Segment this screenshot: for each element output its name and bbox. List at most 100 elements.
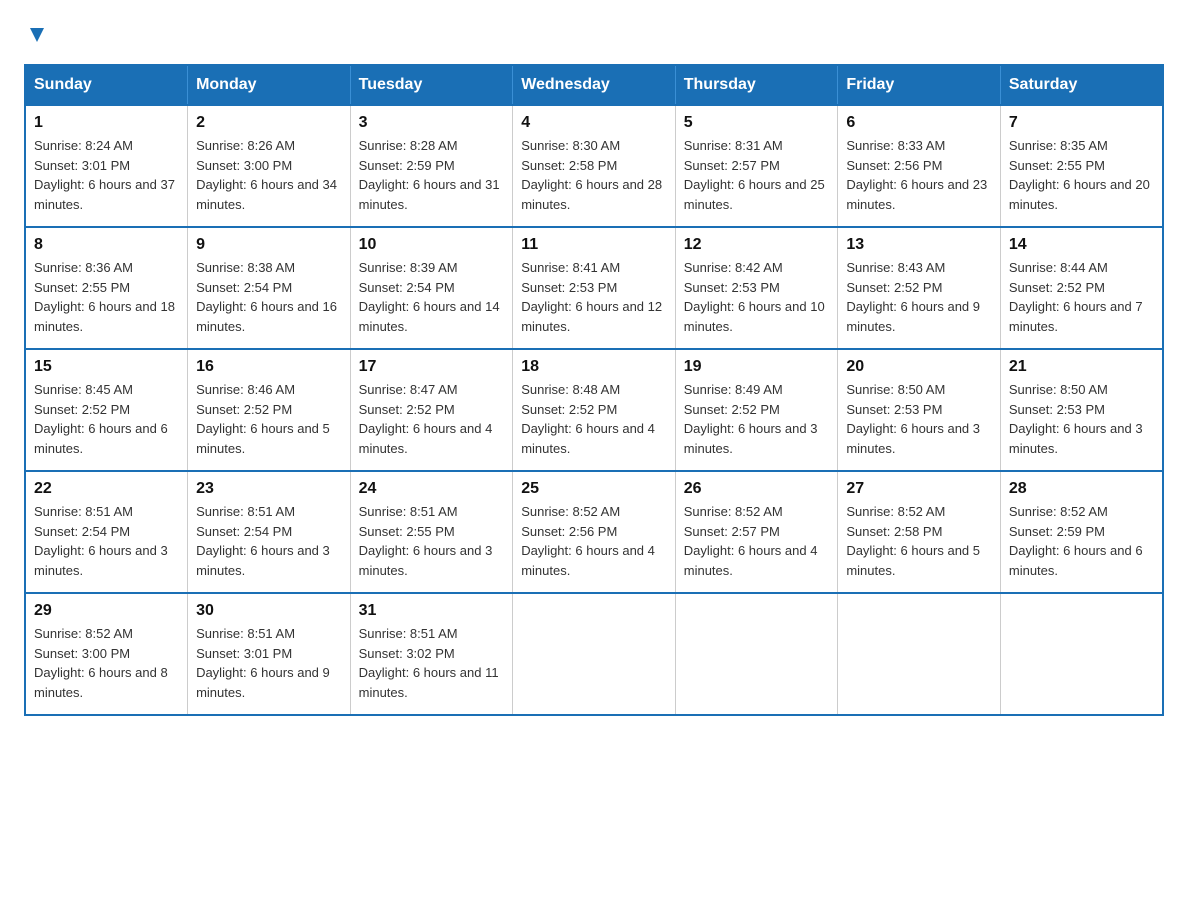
day-number: 25 [521, 480, 667, 498]
day-number: 20 [846, 358, 992, 376]
calendar-cell [838, 593, 1001, 715]
weekday-header-tuesday: Tuesday [350, 65, 513, 105]
calendar-cell: 24 Sunrise: 8:51 AMSunset: 2:55 PMDayligh… [350, 471, 513, 593]
day-number: 6 [846, 114, 992, 132]
day-number: 22 [34, 480, 179, 498]
day-number: 1 [34, 114, 179, 132]
day-number: 11 [521, 236, 667, 254]
day-number: 29 [34, 602, 179, 620]
day-number: 15 [34, 358, 179, 376]
day-number: 17 [359, 358, 505, 376]
day-info: Sunrise: 8:48 AMSunset: 2:52 PMDaylight:… [521, 380, 667, 458]
calendar-week-row: 1 Sunrise: 8:24 AMSunset: 3:01 PMDaylight… [25, 105, 1163, 227]
weekday-header-friday: Friday [838, 65, 1001, 105]
day-info: Sunrise: 8:44 AMSunset: 2:52 PMDaylight:… [1009, 258, 1154, 336]
day-info: Sunrise: 8:52 AMSunset: 2:57 PMDaylight:… [684, 502, 830, 580]
day-number: 9 [196, 236, 342, 254]
calendar-cell: 26 Sunrise: 8:52 AMSunset: 2:57 PMDayligh… [675, 471, 838, 593]
calendar-week-row: 8 Sunrise: 8:36 AMSunset: 2:55 PMDaylight… [25, 227, 1163, 349]
day-number: 14 [1009, 236, 1154, 254]
day-info: Sunrise: 8:51 AMSunset: 3:01 PMDaylight:… [196, 624, 342, 702]
calendar-cell: 27 Sunrise: 8:52 AMSunset: 2:58 PMDayligh… [838, 471, 1001, 593]
day-number: 8 [34, 236, 179, 254]
day-number: 4 [521, 114, 667, 132]
calendar-cell: 10Sunrise: 8:39 AMSunset: 2:54 PMDayligh… [350, 227, 513, 349]
calendar-table: SundayMondayTuesdayWednesdayThursdayFrid… [24, 64, 1164, 716]
day-number: 27 [846, 480, 992, 498]
calendar-cell: 23Sunrise: 8:51 AMSunset: 2:54 PMDayligh… [188, 471, 351, 593]
calendar-cell: 4 Sunrise: 8:30 AMSunset: 2:58 PMDaylight… [513, 105, 676, 227]
calendar-cell [675, 593, 838, 715]
day-info: Sunrise: 8:49 AMSunset: 2:52 PMDaylight:… [684, 380, 830, 458]
day-number: 23 [196, 480, 342, 498]
calendar-cell: 11 Sunrise: 8:41 AMSunset: 2:53 PMDayligh… [513, 227, 676, 349]
calendar-cell: 13Sunrise: 8:43 AMSunset: 2:52 PMDayligh… [838, 227, 1001, 349]
day-number: 26 [684, 480, 830, 498]
calendar-cell [1000, 593, 1163, 715]
day-info: Sunrise: 8:41 AMSunset: 2:53 PMDaylight:… [521, 258, 667, 336]
day-info: Sunrise: 8:50 AMSunset: 2:53 PMDaylight:… [1009, 380, 1154, 458]
calendar-cell: 2 Sunrise: 8:26 AMSunset: 3:00 PMDaylight… [188, 105, 351, 227]
page-header [24, 24, 1164, 46]
calendar-cell: 22 Sunrise: 8:51 AMSunset: 2:54 PMDayligh… [25, 471, 188, 593]
day-info: Sunrise: 8:36 AMSunset: 2:55 PMDaylight:… [34, 258, 179, 336]
calendar-cell: 21 Sunrise: 8:50 AMSunset: 2:53 PMDayligh… [1000, 349, 1163, 471]
day-number: 3 [359, 114, 505, 132]
day-number: 7 [1009, 114, 1154, 132]
day-info: Sunrise: 8:26 AMSunset: 3:00 PMDaylight:… [196, 136, 342, 214]
day-number: 24 [359, 480, 505, 498]
day-number: 16 [196, 358, 342, 376]
calendar-cell: 31Sunrise: 8:51 AMSunset: 3:02 PMDayligh… [350, 593, 513, 715]
calendar-cell: 6 Sunrise: 8:33 AMSunset: 2:56 PMDaylight… [838, 105, 1001, 227]
calendar-cell: 30 Sunrise: 8:51 AMSunset: 3:01 PMDayligh… [188, 593, 351, 715]
day-number: 2 [196, 114, 342, 132]
day-info: Sunrise: 8:35 AMSunset: 2:55 PMDaylight:… [1009, 136, 1154, 214]
day-number: 18 [521, 358, 667, 376]
calendar-cell: 8 Sunrise: 8:36 AMSunset: 2:55 PMDaylight… [25, 227, 188, 349]
calendar-week-row: 29 Sunrise: 8:52 AMSunset: 3:00 PMDayligh… [25, 593, 1163, 715]
day-info: Sunrise: 8:52 AMSunset: 2:58 PMDaylight:… [846, 502, 992, 580]
day-info: Sunrise: 8:39 AMSunset: 2:54 PMDaylight:… [359, 258, 505, 336]
calendar-cell: 25Sunrise: 8:52 AMSunset: 2:56 PMDayligh… [513, 471, 676, 593]
day-number: 21 [1009, 358, 1154, 376]
calendar-cell: 17 Sunrise: 8:47 AMSunset: 2:52 PMDayligh… [350, 349, 513, 471]
day-number: 12 [684, 236, 830, 254]
calendar-cell: 29 Sunrise: 8:52 AMSunset: 3:00 PMDayligh… [25, 593, 188, 715]
logo-image [24, 24, 48, 46]
day-info: Sunrise: 8:50 AMSunset: 2:53 PMDaylight:… [846, 380, 992, 458]
day-info: Sunrise: 8:46 AMSunset: 2:52 PMDaylight:… [196, 380, 342, 458]
day-number: 30 [196, 602, 342, 620]
weekday-header-monday: Monday [188, 65, 351, 105]
day-info: Sunrise: 8:47 AMSunset: 2:52 PMDaylight:… [359, 380, 505, 458]
day-info: Sunrise: 8:28 AMSunset: 2:59 PMDaylight:… [359, 136, 505, 214]
day-info: Sunrise: 8:31 AMSunset: 2:57 PMDaylight:… [684, 136, 830, 214]
day-number: 13 [846, 236, 992, 254]
calendar-cell: 9 Sunrise: 8:38 AMSunset: 2:54 PMDaylight… [188, 227, 351, 349]
day-info: Sunrise: 8:30 AMSunset: 2:58 PMDaylight:… [521, 136, 667, 214]
weekday-header-sunday: Sunday [25, 65, 188, 105]
calendar-cell: 20 Sunrise: 8:50 AMSunset: 2:53 PMDayligh… [838, 349, 1001, 471]
day-info: Sunrise: 8:33 AMSunset: 2:56 PMDaylight:… [846, 136, 992, 214]
day-info: Sunrise: 8:51 AMSunset: 2:54 PMDaylight:… [34, 502, 179, 580]
calendar-cell: 18 Sunrise: 8:48 AMSunset: 2:52 PMDayligh… [513, 349, 676, 471]
calendar-cell: 15Sunrise: 8:45 AMSunset: 2:52 PMDayligh… [25, 349, 188, 471]
calendar-cell: 14 Sunrise: 8:44 AMSunset: 2:52 PMDayligh… [1000, 227, 1163, 349]
calendar-cell: 12Sunrise: 8:42 AMSunset: 2:53 PMDayligh… [675, 227, 838, 349]
calendar-cell: 28Sunrise: 8:52 AMSunset: 2:59 PMDayligh… [1000, 471, 1163, 593]
weekday-header-row: SundayMondayTuesdayWednesdayThursdayFrid… [25, 65, 1163, 105]
calendar-cell: 16 Sunrise: 8:46 AMSunset: 2:52 PMDayligh… [188, 349, 351, 471]
calendar-cell: 3 Sunrise: 8:28 AMSunset: 2:59 PMDaylight… [350, 105, 513, 227]
day-info: Sunrise: 8:24 AMSunset: 3:01 PMDaylight:… [34, 136, 179, 214]
day-number: 19 [684, 358, 830, 376]
day-number: 5 [684, 114, 830, 132]
day-info: Sunrise: 8:51 AMSunset: 3:02 PMDaylight:… [359, 624, 505, 702]
day-info: Sunrise: 8:51 AMSunset: 2:55 PMDaylight:… [359, 502, 505, 580]
calendar-cell: 1 Sunrise: 8:24 AMSunset: 3:01 PMDaylight… [25, 105, 188, 227]
logo [24, 24, 48, 46]
calendar-week-row: 22 Sunrise: 8:51 AMSunset: 2:54 PMDayligh… [25, 471, 1163, 593]
day-info: Sunrise: 8:52 AMSunset: 3:00 PMDaylight:… [34, 624, 179, 702]
weekday-header-thursday: Thursday [675, 65, 838, 105]
logo-arrow-icon [26, 24, 48, 46]
day-info: Sunrise: 8:38 AMSunset: 2:54 PMDaylight:… [196, 258, 342, 336]
calendar-week-row: 15Sunrise: 8:45 AMSunset: 2:52 PMDayligh… [25, 349, 1163, 471]
